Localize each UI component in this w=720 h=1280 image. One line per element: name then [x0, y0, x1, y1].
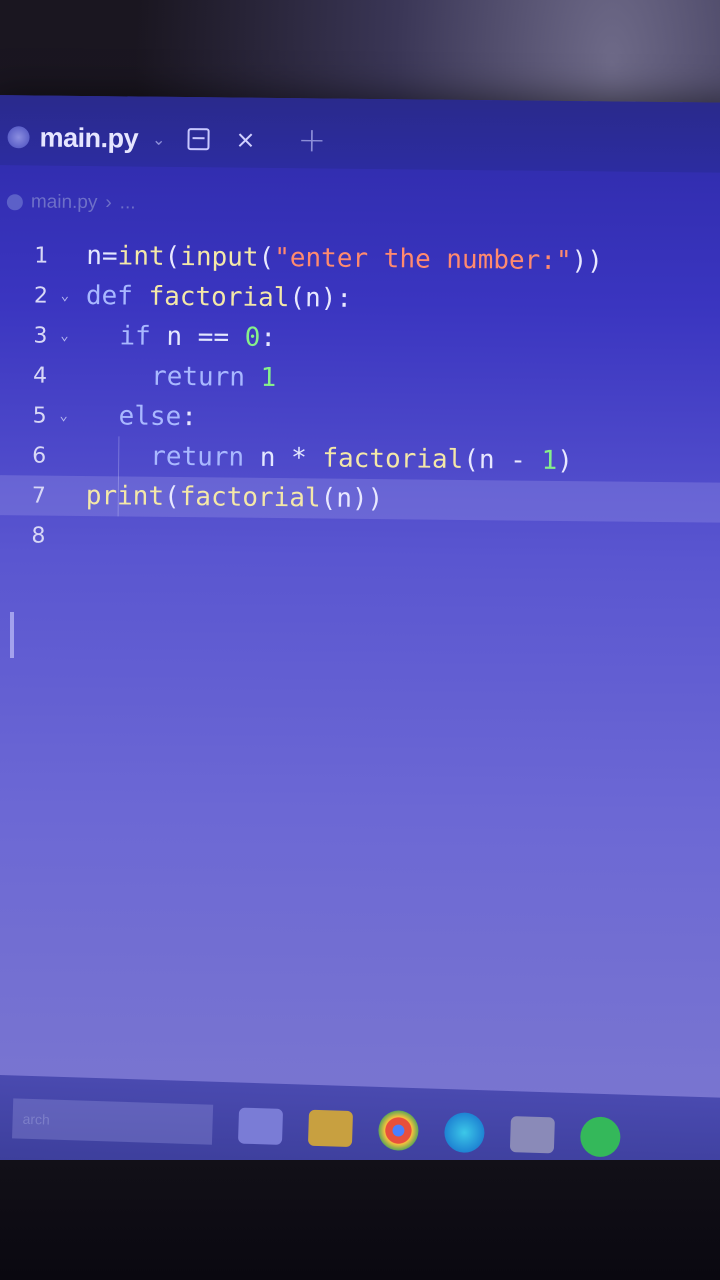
chevron-down-icon[interactable]: ⌄ [53, 328, 75, 344]
code-text: print(factorial(n)) [85, 481, 384, 515]
chrome-icon[interactable] [377, 1109, 420, 1151]
line-number: 2 [33, 282, 49, 309]
tab-label: main.py [39, 122, 139, 154]
line-number: 5 [32, 402, 47, 429]
line-number: 7 [31, 482, 46, 509]
spotify-icon[interactable] [579, 1115, 621, 1158]
split-editor-icon[interactable] [187, 128, 210, 151]
code-text: return 1 [150, 361, 277, 394]
code-text: else: [118, 401, 198, 433]
file-explorer-icon[interactable] [307, 1109, 354, 1147]
photo-frame: main.py ⌄ × + main.py › ... 1 n=int(inpu… [0, 0, 720, 1280]
monitor-bezel [0, 1160, 720, 1280]
window-edge [10, 612, 14, 658]
breadcrumb: main.py › ... [6, 191, 136, 214]
code-text: def factorial(n): [85, 281, 353, 314]
tab-bar: main.py ⌄ × + [0, 95, 720, 173]
breadcrumb-separator-icon: › [105, 192, 112, 214]
store-icon[interactable] [509, 1115, 555, 1153]
line-number: 4 [32, 362, 48, 389]
breadcrumb-more[interactable]: ... [120, 192, 136, 214]
taskbar-search[interactable]: arch [12, 1097, 214, 1145]
code-editor[interactable]: 1 n=int(input("enter the number:")) 2 ⌄ … [0, 235, 720, 563]
tab-main-py[interactable]: main.py ⌄ × + [7, 117, 326, 161]
code-line[interactable]: 8 [0, 515, 720, 563]
python-file-icon [7, 126, 30, 149]
chevron-down-icon[interactable]: ⌄ [54, 288, 76, 304]
breadcrumb-file[interactable]: main.py [31, 191, 98, 214]
line-number: 1 [34, 242, 49, 269]
line-number: 3 [33, 322, 48, 349]
code-text: return n * factorial(n - 1) [150, 441, 574, 477]
line-number: 8 [31, 522, 46, 549]
code-text: n=int(input("enter the number:")) [86, 241, 604, 277]
chevron-down-icon[interactable]: ⌄ [53, 408, 75, 424]
editor-window: main.py ⌄ × + main.py › ... 1 n=int(inpu… [0, 95, 720, 1123]
task-view-icon[interactable] [237, 1107, 284, 1145]
add-tab-icon[interactable]: + [297, 120, 326, 160]
chevron-down-icon[interactable]: ⌄ [152, 129, 166, 148]
code-text: if n == 0: [119, 321, 277, 354]
python-file-icon [6, 194, 23, 211]
line-number: 6 [32, 442, 47, 469]
edge-icon[interactable] [443, 1111, 486, 1153]
close-icon[interactable]: × [235, 126, 255, 154]
